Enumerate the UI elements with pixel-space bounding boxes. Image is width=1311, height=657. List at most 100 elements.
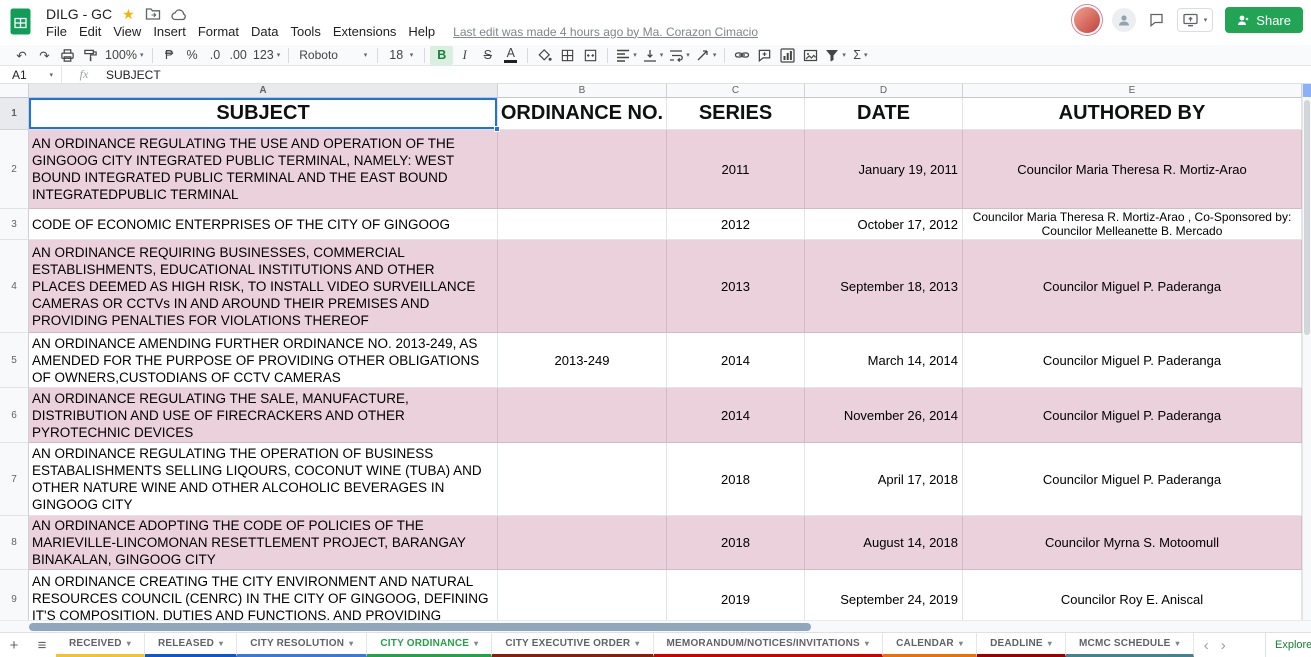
font-select[interactable]: Roboto ▾: [294, 46, 372, 65]
undo-button[interactable]: ↶: [10, 46, 33, 65]
bold-button[interactable]: B: [430, 45, 454, 65]
menu-help[interactable]: Help: [402, 23, 441, 40]
cell-subject[interactable]: AN ORDINANCE REGULATING THE USE AND OPER…: [29, 130, 498, 209]
column-header-e[interactable]: E: [963, 84, 1302, 98]
cell-authored-by[interactable]: Councilor Maria Theresa R. Mortiz-Arao ,…: [963, 209, 1302, 240]
cell-series[interactable]: 2018: [667, 516, 805, 570]
sheet-tab-memorandum-notices-invitations[interactable]: MEMORANDUM/NOTICES/INVITATIONS ▾: [653, 633, 884, 657]
cell-ordinance-no-header[interactable]: ORDINANCE NO.: [498, 98, 667, 130]
cell-date[interactable]: March 14, 2014: [805, 333, 963, 388]
cell-authored-by-header[interactable]: AUTHORED BY: [963, 98, 1302, 130]
insert-image-button[interactable]: [799, 46, 822, 65]
sheet-tab-mcmc-schedule[interactable]: MCMC SCHEDULE ▾: [1066, 633, 1194, 657]
vertical-align-button[interactable]: ▾: [640, 46, 667, 65]
cell-series[interactable]: 2018: [667, 443, 805, 516]
all-sheets-button[interactable]: ≡: [28, 633, 56, 657]
text-color-button[interactable]: A: [499, 46, 522, 65]
cell-subject[interactable]: AN ORDINANCE REGULATING THE OPERATION OF…: [29, 443, 498, 516]
sheet-tab-released[interactable]: RELEASED ▾: [144, 633, 238, 657]
menu-extensions[interactable]: Extensions: [327, 23, 403, 40]
add-sheet-button[interactable]: +: [0, 633, 28, 657]
menu-insert[interactable]: Insert: [147, 23, 192, 40]
document-title[interactable]: DILG - GC: [46, 6, 112, 22]
row-number[interactable]: 3: [0, 209, 29, 240]
cell-date-header[interactable]: DATE: [805, 98, 963, 130]
row-number[interactable]: 9: [0, 570, 29, 620]
row-number[interactable]: 7: [0, 443, 29, 516]
merge-cells-button[interactable]: [579, 46, 602, 65]
menu-view[interactable]: View: [107, 23, 147, 40]
redo-button[interactable]: ↷: [33, 46, 56, 65]
cell-authored-by[interactable]: Councilor Miguel P. Paderanga: [963, 333, 1302, 388]
cell-date[interactable]: September 18, 2013: [805, 240, 963, 333]
column-header-c[interactable]: C: [667, 84, 805, 98]
last-edit-link[interactable]: Last edit was made 4 hours ago by Ma. Co…: [453, 25, 758, 39]
sheet-tab-city-executive-order[interactable]: CITY EXECUTIVE ORDER ▾: [492, 633, 654, 657]
row-number[interactable]: 4: [0, 240, 29, 333]
cell-ordinance-no[interactable]: 2013-249: [498, 333, 667, 388]
share-button[interactable]: Share: [1225, 7, 1303, 33]
sheet-tab-city-ordinance[interactable]: CITY ORDINANCE ▾: [367, 633, 493, 657]
row-number[interactable]: 8: [0, 516, 29, 570]
sheet-tab-calendar[interactable]: CALENDAR ▾: [883, 633, 978, 657]
menu-format[interactable]: Format: [192, 23, 245, 40]
row-number[interactable]: 1: [0, 98, 29, 130]
cell-series[interactable]: 2013: [667, 240, 805, 333]
cell-series[interactable]: 2012: [667, 209, 805, 240]
cell-date[interactable]: January 19, 2011: [805, 130, 963, 209]
comment-history-icon[interactable]: [1148, 12, 1165, 28]
cell-subject[interactable]: CODE OF ECONOMIC ENTERPRISES OF THE CITY…: [29, 209, 498, 240]
cell-date[interactable]: April 17, 2018: [805, 443, 963, 516]
cell-series[interactable]: 2014: [667, 333, 805, 388]
cell-ordinance-no[interactable]: [498, 388, 667, 443]
row-number[interactable]: 6: [0, 388, 29, 443]
menu-file[interactable]: File: [40, 23, 73, 40]
paint-format-button[interactable]: [79, 46, 102, 65]
font-size-select[interactable]: 18 ▾: [383, 46, 419, 65]
print-button[interactable]: [56, 46, 79, 65]
select-all-corner[interactable]: [0, 84, 29, 98]
sheet-tab-city-resolution[interactable]: CITY RESOLUTION ▾: [237, 633, 368, 657]
tab-scroll-left-icon[interactable]: ‹: [1204, 637, 1209, 654]
cell-a1-subject-header[interactable]: SUBJECT: [29, 98, 500, 132]
cell-subject[interactable]: AN ORDINANCE ADOPTING THE CODE OF POLICI…: [29, 516, 498, 570]
fill-handle[interactable]: [494, 126, 500, 132]
row-number[interactable]: 2: [0, 130, 29, 209]
cell-authored-by[interactable]: Councilor Maria Theresa R. Mortiz-Arao: [963, 130, 1302, 209]
cell-subject[interactable]: AN ORDINANCE AMENDING FURTHER ORDINANCE …: [29, 333, 498, 388]
insert-link-button[interactable]: [730, 46, 753, 65]
horizontal-scrollbar-thumb[interactable]: [29, 623, 811, 631]
insert-chart-button[interactable]: [776, 46, 799, 65]
filter-button[interactable]: ▾: [822, 46, 849, 65]
present-button[interactable]: ▾: [1176, 8, 1214, 32]
increase-decimal-button[interactable]: .00: [227, 46, 250, 65]
cell-date[interactable]: November 26, 2014: [805, 388, 963, 443]
menu-tools[interactable]: Tools: [284, 23, 326, 40]
cell-series[interactable]: 2019: [667, 570, 805, 620]
horizontal-align-button[interactable]: ▾: [613, 46, 640, 65]
italic-button[interactable]: I: [453, 46, 476, 65]
cell-authored-by[interactable]: Councilor Miguel P. Paderanga: [963, 240, 1302, 333]
collaborator-avatar[interactable]: [1111, 8, 1136, 32]
menu-data[interactable]: Data: [245, 23, 284, 40]
row-number[interactable]: 5: [0, 333, 29, 388]
cell-date[interactable]: August 14, 2018: [805, 516, 963, 570]
cell-authored-by[interactable]: Councilor Miguel P. Paderanga: [963, 443, 1302, 516]
fill-color-button[interactable]: [533, 46, 556, 65]
more-formats-button[interactable]: 123 ▾: [250, 46, 283, 65]
cell-ordinance-no[interactable]: [498, 130, 667, 209]
insert-comment-button[interactable]: [753, 46, 776, 65]
cell-authored-by[interactable]: Councilor Roy E. Aniscal: [963, 570, 1302, 620]
column-header-d[interactable]: D: [805, 84, 963, 98]
horizontal-scrollbar[interactable]: [0, 620, 1311, 632]
explore-button[interactable]: Explore: [1265, 633, 1311, 657]
cell-series[interactable]: 2014: [667, 388, 805, 443]
cell-authored-by[interactable]: Councilor Miguel P. Paderanga: [963, 388, 1302, 443]
cell-authored-by[interactable]: Councilor Myrna S. Motoomull: [963, 516, 1302, 570]
cell-date[interactable]: October 17, 2012: [805, 209, 963, 240]
zoom-select[interactable]: 100% ▾: [102, 46, 147, 65]
cell-subject[interactable]: AN ORDINANCE REQUIRING BUSINESSES, COMME…: [29, 240, 498, 333]
column-header-b[interactable]: B: [498, 84, 667, 98]
text-rotation-button[interactable]: ▾: [693, 46, 720, 65]
sheet-tab-deadline[interactable]: DEADLINE ▾: [977, 633, 1067, 657]
